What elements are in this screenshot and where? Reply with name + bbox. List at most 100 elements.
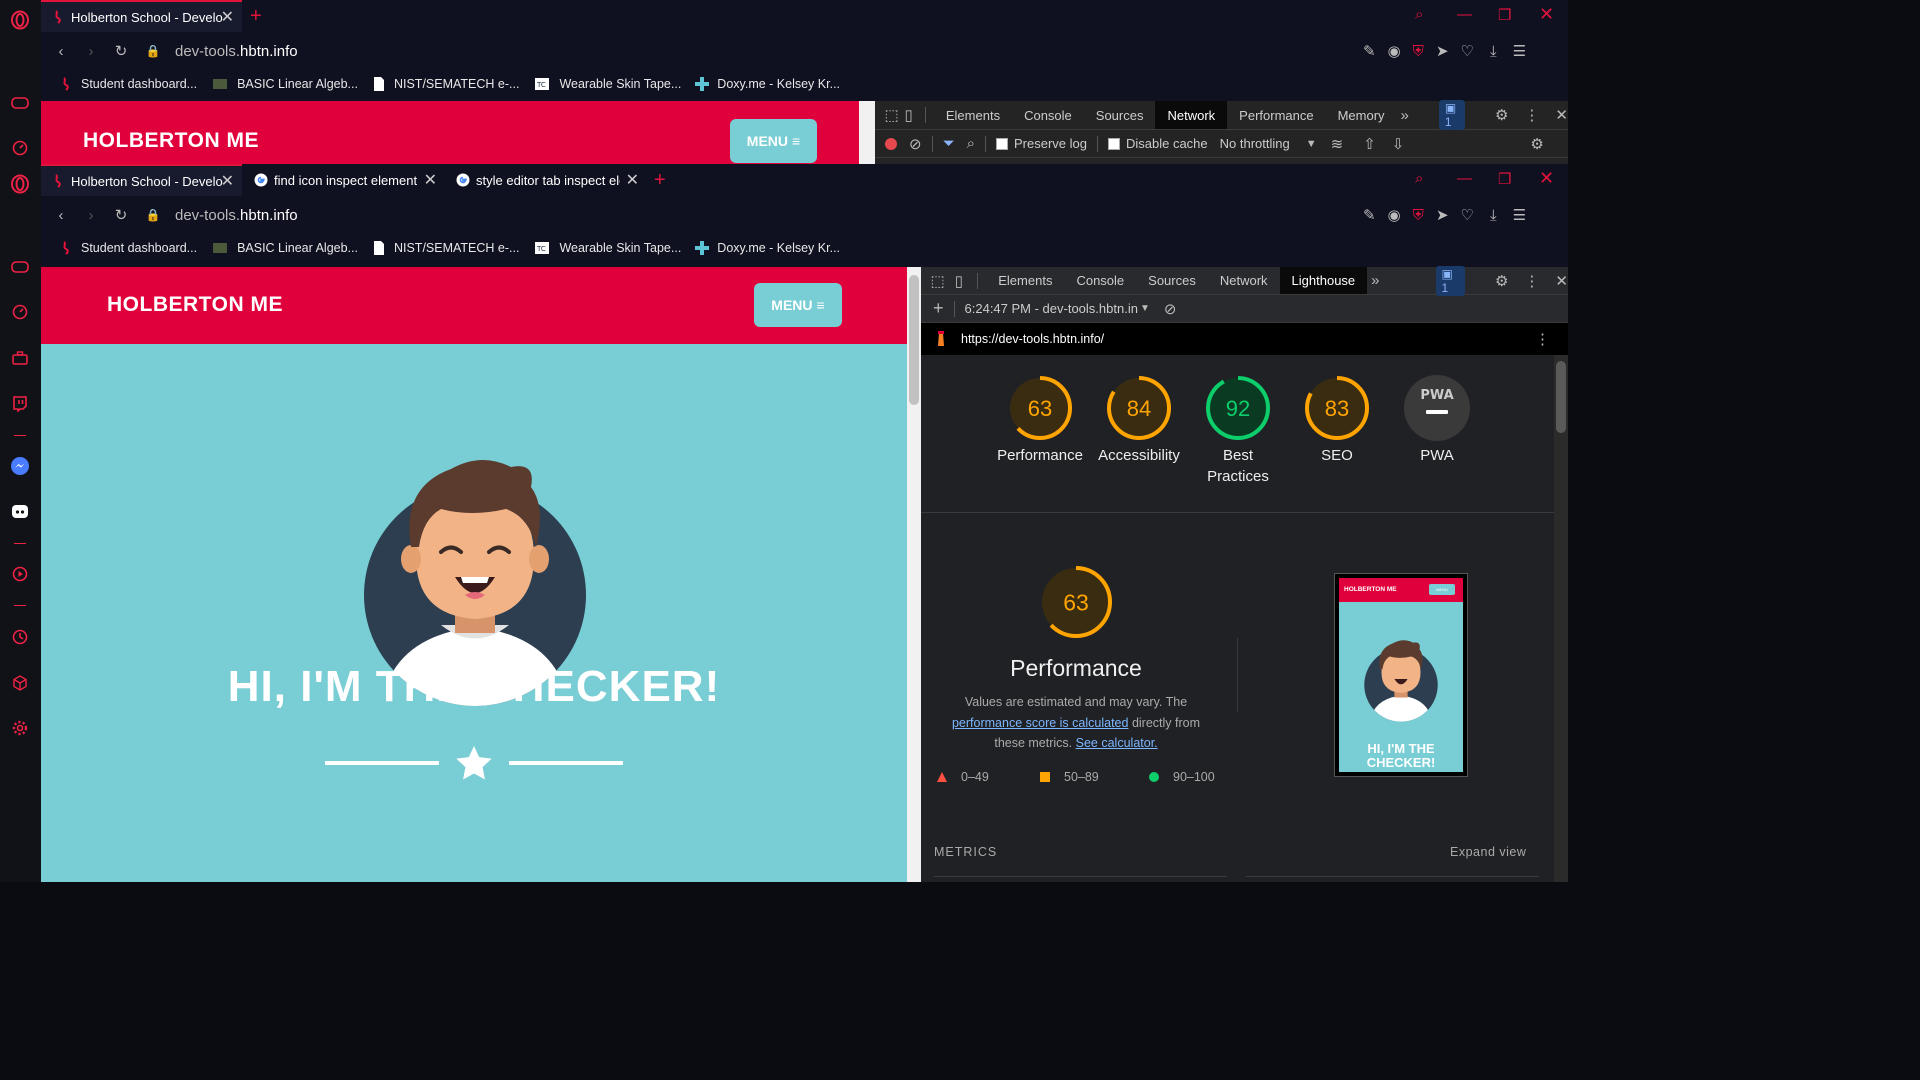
tab-elements[interactable]: Elements	[986, 267, 1064, 294]
score-calculated-link[interactable]: performance score is calculated	[952, 716, 1128, 730]
tab-holberton[interactable]: Holberton School - Develo ✕	[41, 0, 242, 32]
lighthouse-url[interactable]: https://dev-tools.hbtn.info/	[961, 332, 1104, 346]
speedometer-icon[interactable]	[10, 138, 30, 158]
adblock-shield-icon[interactable]: ⛨	[1413, 206, 1424, 224]
chevron-down-icon[interactable]: ▼	[1140, 303, 1150, 314]
snapshot-edit-icon[interactable]: ✎	[1363, 42, 1376, 60]
forward-icon[interactable]: ›	[83, 207, 99, 224]
reload-icon[interactable]: ↻	[113, 42, 129, 60]
devtools-scrollbar[interactable]	[1554, 355, 1568, 882]
discord-icon[interactable]	[10, 502, 30, 522]
close-devtools-icon[interactable]: ✕	[1555, 106, 1568, 124]
gauge-best-practices[interactable]: 92	[1205, 375, 1271, 446]
network-settings-icon[interactable]: ⚙	[1530, 135, 1543, 153]
gauge-accessibility[interactable]: 84	[1106, 375, 1172, 446]
close-devtools-icon[interactable]: ✕	[1555, 272, 1568, 290]
tab-performance[interactable]: Performance	[1227, 101, 1325, 129]
close-icon[interactable]: ✕	[417, 170, 437, 190]
more-tabs-icon[interactable]: »	[1401, 107, 1409, 124]
easy-setup-icon[interactable]: ☰	[1513, 206, 1526, 224]
filter-icon[interactable]: ⏷	[943, 135, 955, 152]
briefcase-icon[interactable]	[10, 348, 30, 368]
page-scrollbar[interactable]	[907, 267, 921, 882]
back-icon[interactable]: ‹	[53, 43, 69, 60]
import-har-icon[interactable]: ⇧	[1363, 135, 1376, 153]
page-scrollbar-thumb[interactable]	[909, 275, 919, 405]
adblock-shield-icon[interactable]: ⛨	[1413, 42, 1424, 60]
search-icon[interactable]: ⌕	[1415, 6, 1423, 23]
download-icon[interactable]: ⤓	[1490, 42, 1497, 60]
bookmark-item[interactable]: TC Wearable Skin Tape...	[533, 77, 681, 91]
bookmark-item[interactable]: NIST/SEMATECH e-...	[372, 77, 519, 91]
issues-badge[interactable]: ▣ 1	[1438, 100, 1465, 130]
search-icon[interactable]: ⌕	[1415, 170, 1423, 187]
tab-holberton[interactable]: Holberton School - Develo ✕	[41, 164, 242, 196]
page-scrollbar[interactable]	[859, 101, 875, 164]
camera-icon[interactable]: ◉	[1388, 42, 1401, 60]
close-window-icon[interactable]: ✕	[1539, 4, 1554, 25]
tab-sources[interactable]: Sources	[1084, 101, 1156, 129]
new-tab-icon[interactable]: +	[654, 169, 666, 192]
issues-badge[interactable]: ▣ 1	[1435, 265, 1465, 296]
easy-setup-icon[interactable]: ☰	[1513, 42, 1526, 60]
back-icon[interactable]: ‹	[53, 207, 69, 224]
new-tab-icon[interactable]: +	[250, 5, 262, 28]
tab-elements[interactable]: Elements	[934, 101, 1012, 129]
preserve-log-checkbox[interactable]	[996, 137, 1008, 150]
clear-reports-icon[interactable]: ⊘	[1164, 300, 1177, 318]
gauge-performance[interactable]: 63	[1007, 375, 1073, 446]
kebab-menu-icon[interactable]: ⋮	[1535, 330, 1550, 348]
minimize-icon[interactable]: —	[1457, 6, 1472, 23]
gear-icon[interactable]	[10, 718, 30, 738]
settings-gear-icon[interactable]: ⚙	[1495, 272, 1508, 290]
add-report-icon[interactable]: +	[933, 298, 944, 319]
device-toolbar-icon[interactable]: ▯	[948, 272, 969, 290]
kebab-menu-icon[interactable]: ⋮	[1524, 272, 1539, 290]
bookmark-item[interactable]: NIST/SEMATECH e-...	[372, 241, 519, 255]
close-icon[interactable]: ✕	[221, 171, 234, 191]
bookmark-item[interactable]: Student dashboard...	[59, 241, 197, 255]
gauge-pwa[interactable]: PWA	[1404, 375, 1470, 446]
camera-icon[interactable]: ◉	[1388, 206, 1401, 224]
heart-icon[interactable]: ♡	[1461, 42, 1474, 60]
send-icon[interactable]: ➤	[1436, 206, 1449, 224]
inspect-element-icon[interactable]: ⬚	[927, 272, 948, 290]
bookmark-item[interactable]: BASIC Linear Algeb...	[211, 241, 358, 255]
tab-find-icon[interactable]: find icon inspect element - ✕	[244, 164, 445, 196]
snapshot-edit-icon[interactable]: ✎	[1363, 206, 1376, 224]
controller-icon[interactable]	[10, 93, 30, 113]
download-icon[interactable]: ⤓	[1490, 206, 1497, 224]
close-window-icon[interactable]: ✕	[1539, 168, 1554, 189]
menu-button[interactable]: MENU ≡	[754, 283, 842, 327]
menu-button[interactable]: MENU ≡	[730, 119, 817, 163]
tab-sources[interactable]: Sources	[1136, 267, 1208, 294]
chevron-down-icon[interactable]: ▼	[1306, 138, 1317, 150]
search-icon[interactable]: ⌕	[967, 135, 975, 152]
speedometer-icon[interactable]	[10, 302, 30, 322]
see-calculator-link[interactable]: See calculator.	[1076, 736, 1158, 750]
tab-network[interactable]: Network	[1208, 267, 1280, 294]
url-field[interactable]: dev-tools.hbtn.info	[175, 207, 298, 224]
messenger-icon[interactable]	[10, 456, 30, 476]
bookmark-item[interactable]: TC Wearable Skin Tape...	[533, 241, 681, 255]
kebab-menu-icon[interactable]: ⋮	[1524, 106, 1539, 124]
reload-icon[interactable]: ↻	[113, 206, 129, 224]
more-tabs-icon[interactable]: »	[1371, 272, 1379, 289]
settings-gear-icon[interactable]: ⚙	[1495, 106, 1508, 124]
report-select[interactable]: 6:24:47 PM - dev-tools.hbtn.in	[965, 301, 1138, 316]
close-icon[interactable]: ✕	[221, 7, 234, 27]
bookmark-item[interactable]: Student dashboard...	[59, 77, 197, 91]
device-toolbar-icon[interactable]: ▯	[900, 106, 917, 124]
tab-style-editor[interactable]: style editor tab inspect ele ✕	[446, 164, 647, 196]
restore-icon[interactable]: ❐	[1498, 170, 1511, 188]
final-screenshot[interactable]: HOLBERTON ME MENU HI, I'M THE CHECKER!	[1334, 573, 1468, 777]
history-icon[interactable]	[10, 627, 30, 647]
opera-logo-icon[interactable]	[10, 10, 30, 30]
tab-console[interactable]: Console	[1012, 101, 1084, 129]
close-icon[interactable]: ✕	[619, 170, 639, 190]
player-icon[interactable]	[10, 564, 30, 584]
tab-lighthouse[interactable]: Lighthouse	[1279, 267, 1368, 294]
send-icon[interactable]: ➤	[1436, 42, 1449, 60]
record-icon[interactable]	[885, 137, 897, 150]
twitch-icon[interactable]	[10, 394, 30, 414]
